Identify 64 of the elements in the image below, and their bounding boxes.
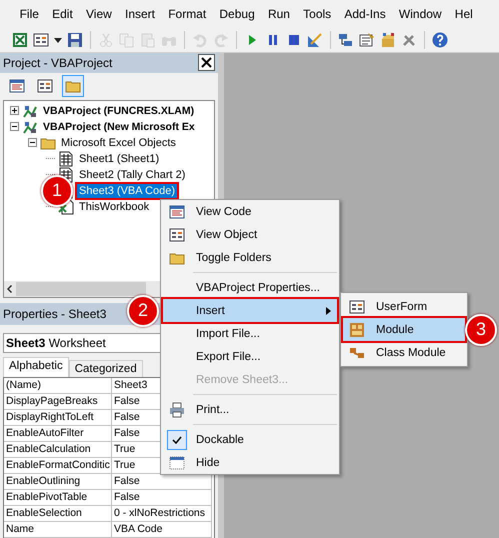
tree-item[interactable]: VBAProject (New Microsoft Ex: [41, 120, 197, 134]
menu-item[interactable]: Module: [343, 318, 465, 341]
property-name: (Name): [4, 378, 112, 394]
close-icon: [201, 57, 212, 68]
scroll-left-icon[interactable]: [7, 284, 12, 293]
property-name: EnableSelection: [4, 506, 112, 522]
workbook-icon: [58, 198, 74, 215]
property-name: EnableAutoFilter: [4, 426, 112, 442]
module-icon: [349, 322, 365, 338]
tree-item[interactable]: Sheet1 (Sheet1): [77, 152, 162, 166]
menu-item[interactable]: View Code: [163, 200, 337, 223]
property-name: DisplayPageBreaks: [4, 394, 112, 410]
panel-title: Properties - Sheet3: [3, 306, 106, 321]
menu-item[interactable]: Insert: [118, 7, 162, 21]
expand-toggle-icon[interactable]: [10, 106, 19, 116]
property-name: EnableOutlining: [4, 474, 112, 490]
menu-item[interactable]: Format: [162, 7, 213, 21]
code-window-icon: [169, 204, 185, 220]
menu-item[interactable]: Toggle Folders: [163, 246, 337, 269]
worksheet-icon: [58, 150, 74, 167]
printer-icon: [169, 402, 185, 418]
property-name: EnablePivotTable: [4, 490, 112, 506]
property-value[interactable]: False: [112, 490, 212, 506]
menu-item[interactable]: Class Module: [343, 341, 465, 364]
menu-item[interactable]: Print...: [163, 398, 337, 421]
window-icon: [169, 454, 185, 470]
property-value[interactable]: VBA Code: [112, 522, 212, 538]
collapse-toggle-icon[interactable]: [10, 122, 19, 132]
property-name: EnableFormatConditic: [4, 458, 112, 474]
menu-item[interactable]: View Object: [163, 223, 337, 246]
close-button[interactable]: [198, 54, 215, 72]
form-icon: [349, 298, 365, 314]
property-name: Name: [4, 522, 112, 538]
property-name: DisplayRightToLeft: [4, 410, 112, 426]
scrollbar-thumb[interactable]: [16, 282, 146, 296]
code-window-icon: [9, 78, 25, 94]
menu-item[interactable]: Tools: [296, 7, 338, 21]
menu-item[interactable]: Add-Ins: [338, 7, 392, 21]
property-value[interactable]: 0 - xlNoRestrictions: [112, 506, 212, 522]
tree-item[interactable]: VBAProject (FUNCRES.XLAM): [41, 104, 196, 118]
menu-item[interactable]: File: [13, 7, 46, 21]
tab[interactable]: Categorized: [68, 360, 143, 377]
menu-item[interactable]: Hel: [448, 7, 480, 21]
tab[interactable]: Alphabetic: [3, 357, 69, 377]
tree-item[interactable]: Sheet2 (Tally Chart 2): [77, 168, 188, 182]
menu-item[interactable]: UserForm: [343, 295, 465, 318]
tree-item[interactable]: Sheet3 (VBA Code): [77, 184, 178, 198]
form-icon: [37, 78, 53, 94]
menu-item[interactable]: Dockable: [163, 428, 337, 451]
menu-item[interactable]: Debug: [212, 7, 262, 21]
menu-item[interactable]: Window: [392, 7, 448, 21]
menu-item[interactable]: Hide: [163, 451, 337, 474]
menu-item[interactable]: Insert: [163, 299, 337, 322]
panel-title: Project - VBAProject: [3, 56, 112, 70]
menu-item[interactable]: View: [79, 7, 118, 21]
tree-item[interactable]: Microsoft Excel Objects: [59, 136, 178, 150]
menu-item[interactable]: Edit: [46, 7, 80, 21]
tree-item[interactable]: ThisWorkbook: [77, 200, 152, 214]
step-number-badge: 1: [41, 174, 73, 207]
property-name: EnableCalculation: [4, 442, 112, 458]
collapse-toggle-icon[interactable]: [28, 138, 37, 148]
form-icon: [169, 226, 185, 242]
menu-item[interactable]: VBAProject Properties...: [163, 276, 337, 299]
menu-item[interactable]: Run: [261, 7, 297, 21]
